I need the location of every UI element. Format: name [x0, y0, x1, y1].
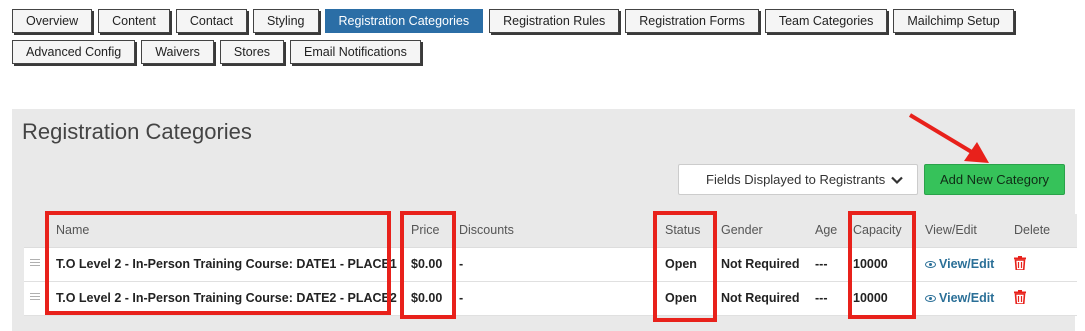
category-gender: Not Required	[713, 281, 807, 316]
category-capacity: 10000	[845, 281, 917, 316]
categories-table: Name Price Discounts Status Gender Age C…	[24, 214, 1077, 316]
table-row: T.O Level 2 - In-Person Training Course:…	[24, 247, 1077, 282]
category-age: ---	[807, 247, 845, 282]
registration-categories-panel: Registration Categories Fields Displayed…	[12, 109, 1077, 331]
drag-handle-icon[interactable]	[24, 281, 48, 316]
table-header-row: Name Price Discounts Status Gender Age C…	[24, 214, 1077, 248]
capacity-header: Capacity	[845, 214, 917, 248]
tab-advanced-config[interactable]: Advanced Config	[12, 40, 136, 64]
category-status: Open	[657, 247, 713, 282]
category-discounts: -	[451, 247, 657, 282]
delete-header: Delete	[1006, 214, 1077, 248]
category-name: T.O Level 2 - In-Person Training Course:…	[48, 281, 403, 316]
name-header: Name	[48, 214, 403, 248]
tab-row-1: Overview Content Contact Styling Registr…	[12, 9, 1082, 33]
handle-header	[24, 214, 48, 248]
tab-stores[interactable]: Stores	[219, 40, 285, 64]
tab-team-categories[interactable]: Team Categories	[764, 9, 888, 33]
tab-content[interactable]: Content	[98, 9, 170, 33]
category-gender: Not Required	[713, 247, 807, 282]
trash-icon	[1014, 289, 1026, 305]
drag-handle-icon[interactable]	[24, 247, 48, 282]
category-age: ---	[807, 281, 845, 316]
table-row: T.O Level 2 - In-Person Training Course:…	[24, 281, 1077, 316]
gender-header: Gender	[713, 214, 807, 248]
view-edit-link[interactable]: View/Edit	[917, 281, 1006, 316]
tab-registration-categories[interactable]: Registration Categories	[324, 9, 484, 33]
tab-bar: Overview Content Contact Styling Registr…	[12, 9, 1082, 71]
delete-button[interactable]	[1006, 247, 1077, 282]
page-title: Registration Categories	[22, 119, 252, 144]
category-status: Open	[657, 281, 713, 316]
view-edit-label: View/Edit	[939, 257, 995, 271]
tab-row-2: Advanced Config Waivers Stores Email Not…	[12, 40, 1082, 64]
fields-select-label: Fields Displayed to Registrants	[706, 172, 886, 187]
tab-mailchimp-setup[interactable]: Mailchimp Setup	[893, 9, 1014, 33]
chevron-down-icon	[891, 176, 903, 185]
tab-registration-forms[interactable]: Registration Forms	[625, 9, 759, 33]
tab-email-notifications[interactable]: Email Notifications	[290, 40, 421, 64]
view-edit-link[interactable]: View/Edit	[917, 247, 1006, 282]
delete-button[interactable]	[1006, 281, 1077, 316]
eye-icon	[925, 261, 936, 269]
category-name: T.O Level 2 - In-Person Training Course:…	[48, 247, 403, 282]
view-edit-header: View/Edit	[917, 214, 1006, 248]
tab-waivers[interactable]: Waivers	[141, 40, 214, 64]
status-header: Status	[657, 214, 713, 248]
discounts-header: Discounts	[451, 214, 657, 248]
tab-styling[interactable]: Styling	[252, 9, 319, 33]
tab-overview[interactable]: Overview	[12, 9, 93, 33]
price-header: Price	[403, 214, 451, 248]
tab-contact[interactable]: Contact	[175, 9, 247, 33]
category-capacity: 10000	[845, 247, 917, 282]
tab-registration-rules[interactable]: Registration Rules	[489, 9, 620, 33]
age-header: Age	[807, 214, 845, 248]
category-discounts: -	[451, 281, 657, 316]
fields-displayed-select[interactable]: Fields Displayed to Registrants	[678, 164, 918, 195]
category-price: $0.00	[403, 281, 451, 316]
view-edit-label: View/Edit	[939, 291, 995, 305]
eye-icon	[925, 295, 936, 303]
category-price: $0.00	[403, 247, 451, 282]
add-new-category-button[interactable]: Add New Category	[924, 164, 1065, 195]
trash-icon	[1014, 255, 1026, 271]
